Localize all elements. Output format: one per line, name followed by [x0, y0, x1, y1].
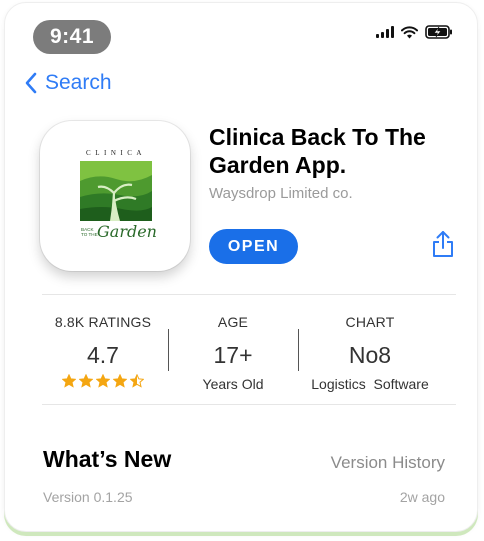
chevron-left-icon	[25, 72, 37, 94]
status-time: 9:41	[33, 20, 111, 54]
version-history-link[interactable]: Version History	[331, 453, 445, 473]
share-button[interactable]	[431, 230, 455, 263]
wifi-icon	[401, 25, 418, 38]
version-number: Version 0.1.25	[43, 489, 133, 505]
star-icon	[79, 374, 93, 388]
age-value: 17+	[213, 342, 253, 368]
whats-new-heading: What’s New	[43, 446, 172, 472]
status-icons	[376, 25, 453, 39]
open-button[interactable]: OPEN	[209, 229, 298, 264]
age-stat: AGE 17+ Years Old	[173, 314, 293, 392]
age-sub: Years Old	[202, 376, 264, 392]
star-icon	[96, 374, 110, 388]
app-store-card: 9:41 Search CLINICA BACK TO THE Garden C…	[4, 2, 478, 532]
chart-value: No8	[348, 342, 392, 368]
svg-text:TO THE: TO THE	[81, 232, 98, 237]
stat-separator	[298, 329, 299, 371]
logo-clinica-text: CLINICA	[86, 149, 146, 157]
chart-sub: Logistics Software	[311, 376, 429, 392]
ratings-value: 4.7	[87, 342, 119, 368]
ratings-stat: 8.8K RATINGS 4.7	[42, 314, 164, 388]
star-icon	[113, 374, 127, 388]
app-title: Clinica Back To The Garden App.	[209, 124, 426, 178]
divider-top	[42, 294, 456, 295]
star-icon	[130, 374, 144, 388]
update-age: 2w ago	[399, 489, 445, 505]
age-label: AGE	[217, 314, 249, 330]
rating-stars	[42, 374, 164, 388]
battery-charging-icon	[425, 25, 452, 39]
ratings-label: 8.8K RATINGS	[54, 314, 152, 330]
stat-separator	[168, 329, 169, 371]
star-icon	[62, 374, 76, 388]
chart-stat: CHART No8 Logistics Software	[303, 314, 437, 392]
garden-logo-icon: CLINICA BACK TO THE Garden	[80, 149, 157, 241]
back-label: Search	[45, 71, 112, 94]
divider-bottom	[42, 404, 456, 405]
app-icon: CLINICA BACK TO THE Garden	[40, 121, 190, 271]
logo-garden-text: Garden	[97, 222, 157, 241]
share-icon	[433, 231, 453, 257]
chart-label: CHART	[345, 314, 395, 330]
back-button[interactable]: Search	[25, 71, 112, 95]
signal-icon	[376, 26, 394, 38]
developer-name: Waysdrop Limited co.	[209, 185, 353, 202]
